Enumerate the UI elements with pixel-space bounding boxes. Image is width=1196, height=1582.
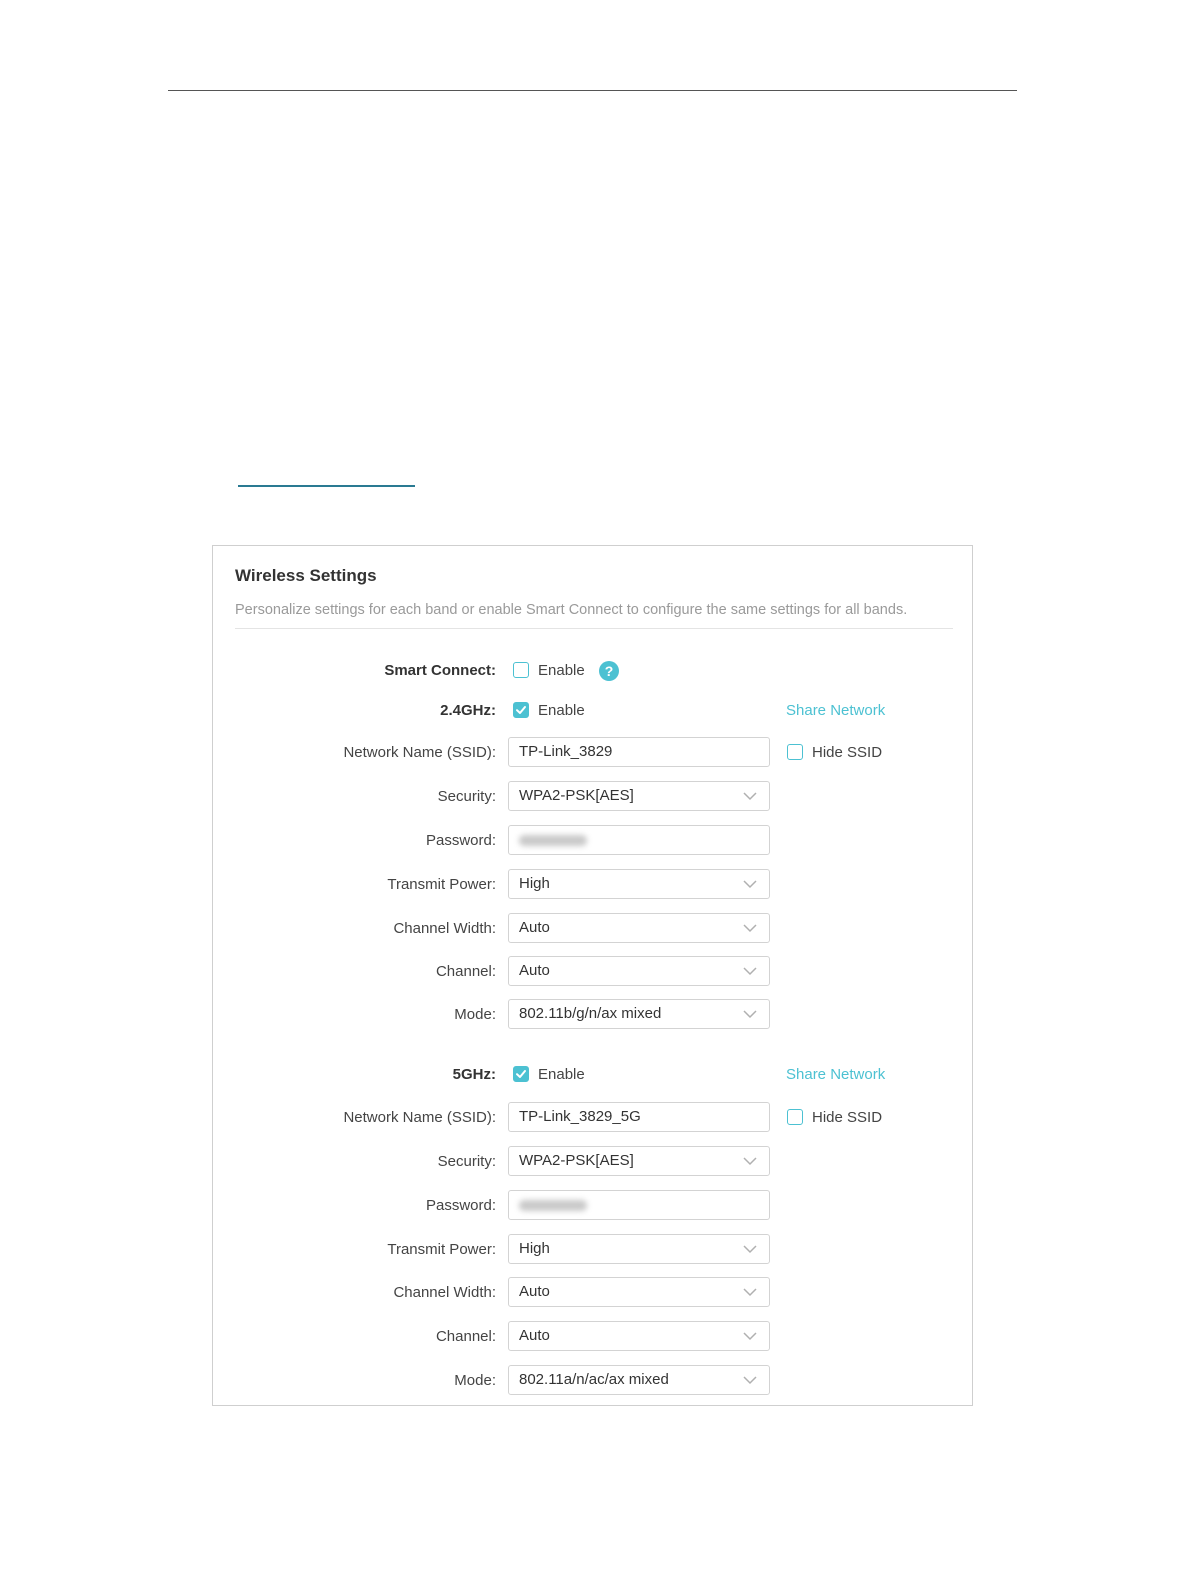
band-24-security-value: WPA2-PSK[AES] xyxy=(519,787,634,804)
band-24-mode-row: Mode: 802.11b/g/n/ax mixed xyxy=(213,999,972,1031)
panel-description: Personalize settings for each band or en… xyxy=(235,602,908,618)
band-24-power-value: High xyxy=(519,875,550,892)
band-24-power-label: Transmit Power: xyxy=(387,876,496,893)
chevron-down-icon xyxy=(743,1376,757,1385)
band-24-channel-value: Auto xyxy=(519,962,550,979)
band-5-ssid-input[interactable]: TP-Link_3829_5G xyxy=(508,1102,770,1132)
band-24-mode-label: Mode: xyxy=(454,1006,496,1023)
smart-connect-enable-label[interactable]: Enable xyxy=(538,655,585,687)
band-24-width-row: Channel Width: Auto xyxy=(213,913,972,945)
band-24-ssid-value: TP-Link_3829 xyxy=(519,743,613,760)
band-5-width-row: Channel Width: Auto xyxy=(213,1277,972,1309)
band-5-power-row: Transmit Power: High xyxy=(213,1234,972,1266)
band-5-channel-label: Channel: xyxy=(435,1328,496,1345)
band-24-row: 2.4GHz: Enable Share Network xyxy=(213,695,972,727)
blurred-password xyxy=(519,1200,587,1211)
band-5-security-select[interactable]: WPA2-PSK[AES] xyxy=(508,1146,770,1176)
band-5-mode-select[interactable]: 802.11a/n/ac/ax mixed xyxy=(508,1365,770,1395)
band-24-channel-select[interactable]: Auto xyxy=(508,956,770,986)
chevron-down-icon xyxy=(743,1010,757,1019)
band-5-security-label: Security: xyxy=(437,1153,496,1170)
band-5-channel-row: Channel: Auto xyxy=(213,1321,972,1353)
band-5-password-input[interactable] xyxy=(508,1190,770,1220)
band-24-power-select[interactable]: High xyxy=(508,869,770,899)
band-24-power-row: Transmit Power: High xyxy=(213,869,972,901)
chevron-down-icon xyxy=(743,1288,757,1297)
band-5-ssid-label: Network Name (SSID): xyxy=(343,1109,496,1126)
band-5-password-label: Password: xyxy=(425,1197,496,1214)
band-5-ssid-row: Network Name (SSID): TP-Link_3829_5G Hid… xyxy=(213,1102,972,1134)
band-24-channel-label: Channel: xyxy=(435,963,496,980)
band-24-hide-ssid-label[interactable]: Hide SSID xyxy=(812,737,882,769)
band-5-width-select[interactable]: Auto xyxy=(508,1277,770,1307)
band-24-security-label: Security: xyxy=(437,788,496,805)
band-24-label: 2.4GHz: xyxy=(440,702,496,719)
band-24-hide-ssid-checkbox[interactable] xyxy=(787,744,803,760)
band-5-channel-value: Auto xyxy=(519,1327,550,1344)
chevron-down-icon xyxy=(743,1332,757,1341)
smart-connect-label: Smart Connect: xyxy=(384,662,496,679)
chevron-down-icon xyxy=(743,1245,757,1254)
band-24-password-row: Password: xyxy=(213,825,972,857)
chevron-down-icon xyxy=(743,924,757,933)
band-5-security-value: WPA2-PSK[AES] xyxy=(519,1152,634,1169)
chevron-down-icon xyxy=(743,792,757,801)
band-24-security-select[interactable]: WPA2-PSK[AES] xyxy=(508,781,770,811)
chevron-down-icon xyxy=(743,880,757,889)
band-5-width-label: Channel Width: xyxy=(393,1284,496,1301)
band-24-password-input[interactable] xyxy=(508,825,770,855)
band-24-mode-select[interactable]: 802.11b/g/n/ax mixed xyxy=(508,999,770,1029)
band-24-ssid-row: Network Name (SSID): TP-Link_3829 Hide S… xyxy=(213,737,972,769)
band-24-password-label: Password: xyxy=(425,832,496,849)
band-24-share-network-link[interactable]: Share Network xyxy=(786,695,885,727)
smart-connect-row: Smart Connect: Enable ? xyxy=(213,655,972,687)
smart-connect-checkbox[interactable] xyxy=(513,662,529,678)
band-5-label: 5GHz: xyxy=(452,1066,496,1083)
checkmark-icon xyxy=(516,1070,526,1078)
band-5-password-row: Password: xyxy=(213,1190,972,1222)
band-5-power-label: Transmit Power: xyxy=(387,1241,496,1258)
panel-divider xyxy=(235,628,953,629)
band-24-security-row: Security: WPA2-PSK[AES] xyxy=(213,781,972,813)
band-24-width-label: Channel Width: xyxy=(393,920,496,937)
band-5-enable-checkbox[interactable] xyxy=(513,1066,529,1082)
band-24-channel-row: Channel: Auto xyxy=(213,956,972,988)
band-24-ssid-input[interactable]: TP-Link_3829 xyxy=(508,737,770,767)
band-24-enable-checkbox[interactable] xyxy=(513,702,529,718)
blurred-password xyxy=(519,835,587,846)
band-5-enable-label[interactable]: Enable xyxy=(538,1059,585,1091)
band-24-enable-label[interactable]: Enable xyxy=(538,695,585,727)
chevron-down-icon xyxy=(743,1157,757,1166)
question-mark-icon[interactable]: ? xyxy=(599,661,619,681)
band-5-ssid-value: TP-Link_3829_5G xyxy=(519,1108,641,1125)
band-24-width-value: Auto xyxy=(519,919,550,936)
band-5-power-select[interactable]: High xyxy=(508,1234,770,1264)
band-5-hide-ssid-label[interactable]: Hide SSID xyxy=(812,1102,882,1134)
band-24-ssid-label: Network Name (SSID): xyxy=(343,744,496,761)
page-header-rule xyxy=(168,90,1017,91)
band-5-hide-ssid-checkbox[interactable] xyxy=(787,1109,803,1125)
band-5-mode-label: Mode: xyxy=(454,1372,496,1389)
band-24-mode-value: 802.11b/g/n/ax mixed xyxy=(519,1005,662,1022)
band-5-security-row: Security: WPA2-PSK[AES] xyxy=(213,1146,972,1178)
band-5-channel-select[interactable]: Auto xyxy=(508,1321,770,1351)
band-5-row: 5GHz: Enable Share Network xyxy=(213,1059,972,1091)
wireless-settings-panel: Wireless Settings Personalize settings f… xyxy=(212,545,973,1406)
checkmark-icon xyxy=(516,706,526,714)
section-accent-rule xyxy=(238,485,415,487)
band-5-width-value: Auto xyxy=(519,1283,550,1300)
panel-title: Wireless Settings xyxy=(235,566,377,585)
chevron-down-icon xyxy=(743,967,757,976)
band-24-width-select[interactable]: Auto xyxy=(508,913,770,943)
band-5-mode-row: Mode: 802.11a/n/ac/ax mixed xyxy=(213,1365,972,1397)
band-5-mode-value: 802.11a/n/ac/ax mixed xyxy=(519,1371,669,1388)
band-5-power-value: High xyxy=(519,1240,550,1257)
band-5-share-network-link[interactable]: Share Network xyxy=(786,1059,885,1091)
